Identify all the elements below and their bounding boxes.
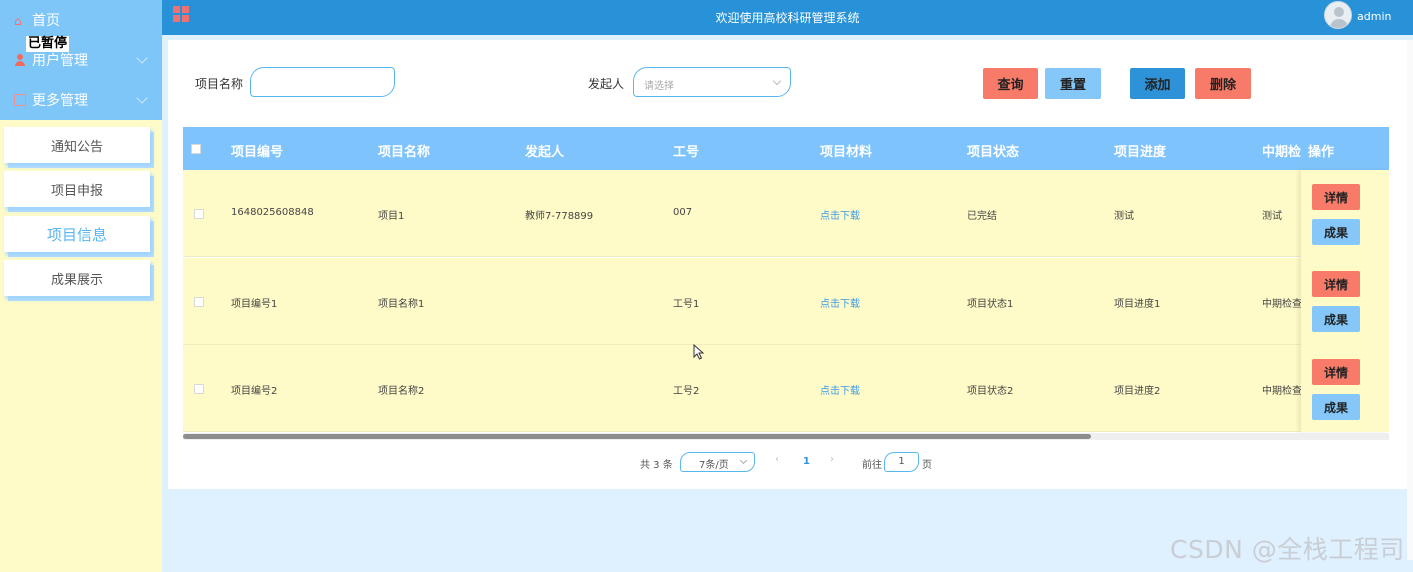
table-row[interactable]: 1648025608848 项目1 教师7-778899 007 点击下载 已完… bbox=[183, 170, 1389, 257]
query-button[interactable]: 查询 bbox=[983, 68, 1038, 99]
goto-label: 前往 bbox=[862, 460, 882, 471]
initiator-label: 发起人 bbox=[588, 77, 625, 91]
username[interactable]: admin bbox=[1357, 10, 1391, 23]
detail-button[interactable]: 详情 bbox=[1312, 271, 1360, 297]
actions-header: 操作 bbox=[1301, 127, 1389, 170]
column-header: 项目名称 bbox=[378, 145, 431, 160]
mouse-cursor-icon bbox=[693, 344, 705, 360]
cell-progress: 测试 bbox=[1114, 211, 1134, 222]
cell-job-no: 工号2 bbox=[673, 386, 700, 397]
column-header: 项目材料 bbox=[820, 145, 873, 160]
cell-job-no: 工号1 bbox=[673, 299, 700, 310]
actions-column: 详情 成果 详情 成果 详情 成果 bbox=[1301, 170, 1389, 432]
cell-initiator: 教师7-778899 bbox=[525, 211, 594, 222]
cell-midterm: 中期检查 bbox=[1262, 386, 1302, 397]
column-header: 操作 bbox=[1308, 145, 1335, 160]
sidebar-item-label: 首页 bbox=[32, 13, 60, 29]
column-header: 发起人 bbox=[525, 145, 565, 160]
project-table: 项目编号 项目名称 发起人 工号 项目材料 项目状态 项目进度 中期检 操作 1… bbox=[183, 127, 1389, 439]
home-icon: ⌂ bbox=[14, 14, 22, 28]
system-title: 欢迎使用高校科研管理系统 bbox=[715, 11, 860, 25]
sidebar: ⌂ 首页 用户管理 更多管理 已暂停 通知公告 项目申报 项目信息 成果展示 bbox=[0, 0, 162, 572]
goto-page-input[interactable]: 1 bbox=[884, 452, 919, 472]
sidebar-menu: ⌂ 首页 用户管理 更多管理 已暂停 bbox=[0, 0, 162, 120]
cell-project-no: 1648025608848 bbox=[231, 207, 314, 218]
page-number-current[interactable]: 1 bbox=[803, 456, 810, 467]
result-button[interactable]: 成果 bbox=[1312, 219, 1360, 245]
result-button[interactable]: 成果 bbox=[1312, 306, 1360, 332]
row-checkbox[interactable] bbox=[194, 209, 204, 219]
chevron-down-icon bbox=[136, 92, 148, 104]
column-header: 项目状态 bbox=[967, 145, 1020, 160]
cell-midterm: 中期检查 bbox=[1262, 299, 1302, 310]
cell-project-no: 项目编号2 bbox=[231, 386, 278, 397]
cell-progress: 项目进度2 bbox=[1114, 386, 1161, 397]
paused-badge: 已暂停 bbox=[26, 36, 70, 52]
cell-progress: 项目进度1 bbox=[1114, 299, 1161, 310]
sidebar-item-more-management[interactable]: 更多管理 bbox=[0, 80, 162, 120]
table-row[interactable]: 项目编号2 项目名称2 工号2 点击下载 项目状态2 项目进度2 中期检查 bbox=[183, 345, 1389, 432]
reset-button[interactable]: 重置 bbox=[1045, 68, 1101, 99]
detail-button[interactable]: 详情 bbox=[1312, 359, 1360, 385]
download-link[interactable]: 点击下载 bbox=[820, 382, 860, 397]
add-button[interactable]: 添加 bbox=[1130, 68, 1185, 99]
download-link[interactable]: 点击下载 bbox=[820, 295, 860, 310]
main-panel: 项目名称 发起人 请选择 查询 重置 添加 删除 项目编号 项目名称 发起人 工… bbox=[168, 40, 1407, 489]
project-name-input[interactable] bbox=[250, 67, 395, 97]
download-link[interactable]: 点击下载 bbox=[820, 207, 860, 222]
prev-page-icon[interactable]: ‹ bbox=[775, 454, 779, 465]
watermark: CSDN @全栈工程司 bbox=[1170, 535, 1405, 564]
table-row[interactable]: 项目编号1 项目名称1 工号1 点击下载 项目状态1 项目进度1 中期检查 bbox=[183, 258, 1389, 345]
row-checkbox[interactable] bbox=[194, 384, 204, 394]
page-suffix: 页 bbox=[922, 460, 932, 471]
column-header: 项目进度 bbox=[1114, 145, 1167, 160]
sidebar-item-home[interactable]: ⌂ 首页 bbox=[0, 0, 162, 40]
column-header: 项目编号 bbox=[231, 145, 284, 160]
chevron-down-icon bbox=[739, 456, 748, 465]
sidebar-item-notice[interactable]: 通知公告 bbox=[4, 127, 150, 163]
sidebar-item-label: 更多管理 bbox=[32, 93, 88, 109]
sidebar-item-project-info[interactable]: 项目信息 bbox=[4, 216, 150, 252]
cell-status: 项目状态1 bbox=[967, 299, 1014, 310]
cell-midterm: 测试 bbox=[1262, 211, 1282, 222]
cell-project-no: 项目编号1 bbox=[231, 299, 278, 310]
delete-button[interactable]: 删除 bbox=[1195, 68, 1251, 99]
detail-button[interactable]: 详情 bbox=[1312, 184, 1360, 210]
user-icon bbox=[14, 54, 26, 66]
cell-status: 项目状态2 bbox=[967, 386, 1014, 397]
table-header: 项目编号 项目名称 发起人 工号 项目材料 项目状态 项目进度 中期检 bbox=[183, 127, 1389, 170]
avatar[interactable] bbox=[1324, 1, 1352, 29]
chevron-down-icon bbox=[136, 52, 148, 64]
result-button[interactable]: 成果 bbox=[1312, 394, 1360, 420]
folder-icon bbox=[14, 94, 26, 106]
horizontal-scrollbar-thumb[interactable] bbox=[183, 434, 1091, 439]
sidebar-item-label: 用户管理 bbox=[32, 53, 88, 69]
window-edge bbox=[1407, 40, 1413, 560]
select-all-checkbox[interactable] bbox=[191, 144, 201, 154]
sidebar-item-achievements[interactable]: 成果展示 bbox=[4, 260, 150, 296]
project-name-label: 项目名称 bbox=[195, 77, 244, 91]
column-header: 工号 bbox=[673, 145, 700, 160]
sidebar-item-project-application[interactable]: 项目申报 bbox=[4, 171, 150, 207]
cell-project-name: 项目名称1 bbox=[378, 299, 425, 310]
cell-job-no: 007 bbox=[673, 207, 693, 218]
initiator-placeholder: 请选择 bbox=[644, 81, 674, 92]
chevron-down-icon bbox=[772, 76, 782, 86]
sidebar-item-user-management[interactable]: 用户管理 bbox=[0, 40, 162, 80]
next-page-icon[interactable]: › bbox=[830, 454, 834, 465]
page-size-select[interactable]: 7条/页 bbox=[680, 452, 755, 472]
row-checkbox[interactable] bbox=[194, 297, 204, 307]
top-bar: 欢迎使用高校科研管理系统 admin bbox=[162, 0, 1413, 35]
pager-total: 共 3 条 bbox=[640, 460, 673, 471]
cell-project-name: 项目名称2 bbox=[378, 386, 425, 397]
cell-status: 已完结 bbox=[967, 211, 997, 222]
column-header: 中期检 bbox=[1262, 145, 1302, 160]
page-size-value: 7条/页 bbox=[699, 460, 729, 471]
cell-project-name: 项目1 bbox=[378, 211, 405, 222]
initiator-select[interactable]: 请选择 bbox=[633, 67, 791, 97]
